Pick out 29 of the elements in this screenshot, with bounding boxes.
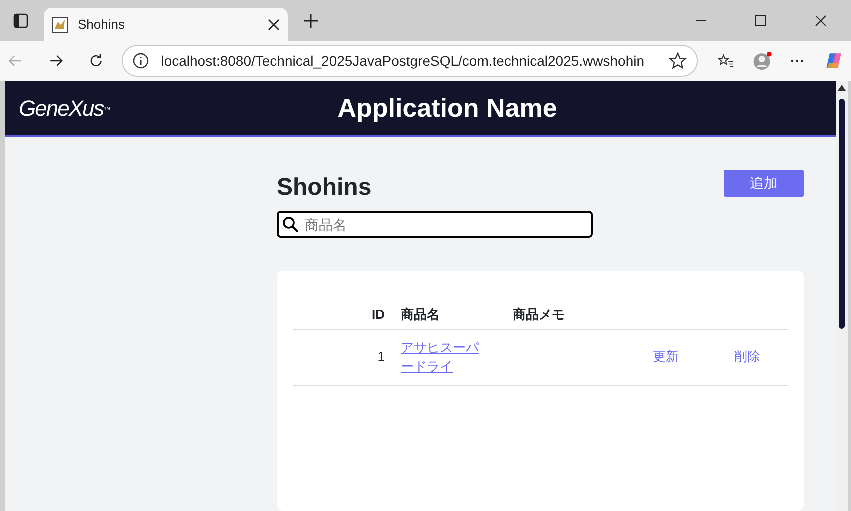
sidebar-icon[interactable] — [13, 13, 29, 29]
search-icon — [282, 216, 300, 234]
update-link[interactable]: 更新 — [652, 347, 679, 367]
maximize-icon[interactable] — [755, 14, 767, 26]
browser-tab[interactable]: Shohins — [44, 8, 288, 41]
product-name-link[interactable]: アサヒスーパードライ — [401, 338, 485, 376]
page-title: Shohins — [277, 174, 372, 203]
app-name: Application Name — [338, 92, 558, 125]
url-text: localhost:8080/Technical_2025JavaPostgreSQL/com.technical2025.wwshohin — [161, 52, 646, 71]
close-icon[interactable] — [815, 14, 827, 26]
add-button[interactable]: 追加 — [724, 170, 804, 198]
scroll-up-icon[interactable] — [838, 85, 846, 91]
favorites-icon[interactable] — [718, 52, 735, 70]
profile-icon[interactable] — [752, 49, 772, 73]
column-header: ID — [372, 307, 385, 322]
delete-link[interactable]: 削除 — [734, 347, 760, 367]
tab-title: Shohins — [78, 16, 126, 34]
column-header: 商品名 — [401, 307, 440, 322]
column-header: 商品メモ — [513, 307, 565, 322]
info-icon[interactable] — [133, 53, 150, 69]
search-field[interactable]: 商品名 — [277, 211, 593, 238]
logo: GeneXus$^{™}$ — [19, 94, 110, 123]
close-icon[interactable] — [268, 18, 280, 30]
star-icon[interactable] — [669, 52, 688, 70]
address-bar[interactable]: localhost:8080/Technical_2025JavaPostgreSQL/com.technical2025.wwshohin — [122, 45, 698, 77]
id-cell: 1 — [378, 349, 385, 364]
favicon-icon — [52, 16, 68, 32]
new-tab-icon[interactable] — [303, 13, 319, 29]
scrollbar[interactable] — [836, 81, 848, 511]
